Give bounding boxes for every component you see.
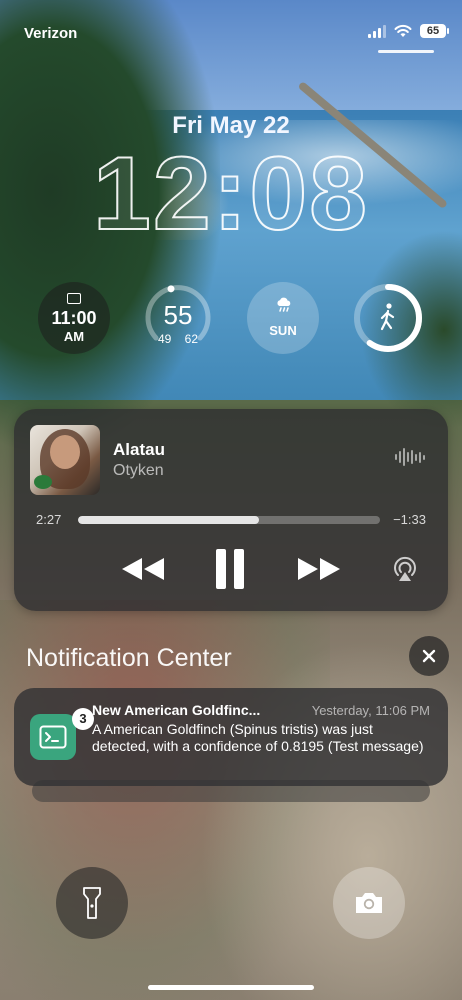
fast-forward-button[interactable] <box>294 549 344 589</box>
album-logo-icon <box>34 475 52 489</box>
song-title: Alatau <box>113 440 165 459</box>
camera-icon <box>356 893 382 913</box>
wifi-icon <box>394 24 412 37</box>
temperature-indicator <box>167 285 175 293</box>
notification-time: Yesterday, 11:06 PM <box>311 703 430 718</box>
weather-widget[interactable]: SUN <box>247 282 319 354</box>
lock-time: 12:08 <box>92 136 369 252</box>
terminal-icon <box>39 725 67 749</box>
temperature-high: 62 <box>184 332 199 346</box>
notification-title: New American Goldfinc... <box>92 702 261 718</box>
now-playing-widget[interactable]: Alatau Otyken 2:27 −1:33 <box>14 409 448 611</box>
airplay-icon <box>394 556 416 581</box>
weather-day-label: SUN <box>269 323 297 338</box>
audio-waveform-icon <box>395 447 425 467</box>
app-icon <box>30 714 76 760</box>
airplay-button[interactable] <box>390 554 420 584</box>
flashlight-button[interactable] <box>56 867 128 939</box>
activity-widget[interactable] <box>352 282 424 354</box>
notification-body: A American Goldfinch (Spinus tristis) wa… <box>92 721 424 754</box>
notification-count-badge: 3 <box>72 708 94 730</box>
rewind-icon <box>122 558 164 580</box>
activity-ring <box>354 284 422 352</box>
notification-card[interactable]: 3 New American Goldfinc... Yesterday, 11… <box>14 688 448 786</box>
temperature-low: 49 <box>157 332 172 346</box>
playback-scrubber[interactable] <box>78 516 380 524</box>
home-indicator[interactable] <box>148 985 314 990</box>
clock-widget-time: 11:00 <box>51 308 97 328</box>
album-art[interactable] <box>30 425 100 495</box>
clear-notifications-button[interactable] <box>409 636 449 676</box>
pause-icon <box>216 549 244 589</box>
status-icons: 65 <box>368 24 449 38</box>
walking-icon <box>380 303 395 331</box>
fast-forward-icon <box>298 558 340 580</box>
rewind-button[interactable] <box>118 549 168 589</box>
clock-widget[interactable]: 11:00 AM <box>38 282 110 354</box>
remaining-time: −1:33 <box>393 512 426 527</box>
rain-cloud-icon <box>277 297 291 312</box>
signal-icon <box>368 24 386 38</box>
notification-center-title: Notification Center <box>26 644 232 672</box>
clock-widget-ampm: AM <box>63 329 85 344</box>
calendar-icon <box>67 293 81 304</box>
status-indicator-bar <box>378 50 434 53</box>
artist-name: Otyken <box>113 462 164 479</box>
battery-icon: 65 <box>420 24 449 38</box>
temperature-widget[interactable]: 55 49 62 <box>142 282 214 354</box>
close-icon <box>422 649 436 663</box>
temperature-current: 55 <box>163 300 193 330</box>
pause-button[interactable] <box>210 547 250 591</box>
flashlight-icon <box>83 887 101 919</box>
playback-progress <box>78 516 260 524</box>
camera-button[interactable] <box>333 867 405 939</box>
elapsed-time: 2:27 <box>36 512 62 527</box>
temperature-range: 49 62 <box>142 332 214 346</box>
carrier-name: Verizon <box>24 25 78 42</box>
